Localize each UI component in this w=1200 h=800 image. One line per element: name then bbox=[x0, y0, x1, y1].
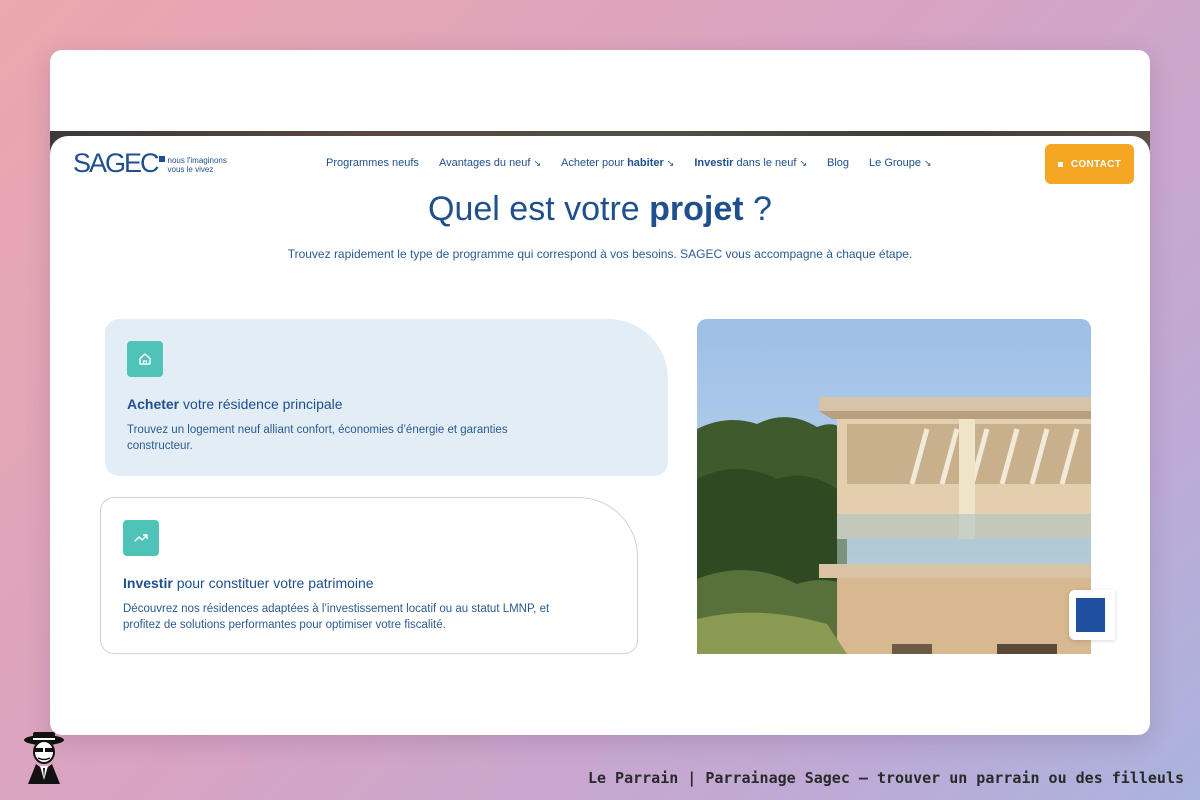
page-title: Quel est votre projet ? bbox=[50, 190, 1150, 229]
home-icon bbox=[127, 341, 163, 377]
nav-blog[interactable]: Blog bbox=[827, 157, 849, 169]
nav-programmes-neufs[interactable]: Programmes neufs bbox=[326, 157, 419, 169]
trending-up-icon bbox=[123, 520, 159, 556]
navbar: SAGEC nous l'imaginons vous le vivez Pro… bbox=[50, 136, 1150, 196]
tagline-line1: nous l'imaginons bbox=[167, 155, 227, 165]
floating-widget[interactable] bbox=[1069, 590, 1115, 640]
title-suffix: ? bbox=[743, 190, 772, 228]
chevron-down-icon: ↘ bbox=[666, 158, 675, 168]
nav-label-bold: habiter bbox=[627, 157, 664, 169]
card-description: Trouvez un logement neuf alliant confort… bbox=[127, 424, 508, 452]
nav-label: Le Groupe bbox=[869, 157, 922, 169]
mascot-logo bbox=[24, 732, 64, 784]
card-title: Acheter votre résidence principale bbox=[127, 396, 646, 412]
title-regular: Quel est votre bbox=[428, 190, 650, 228]
contact-button[interactable]: CONTACT bbox=[1045, 144, 1134, 184]
widget-square bbox=[1076, 598, 1105, 632]
card-acheter[interactable]: Acheter votre résidence principale Trouv… bbox=[105, 319, 668, 476]
chevron-down-icon: ↘ bbox=[799, 158, 807, 168]
square-bullet-icon bbox=[1057, 161, 1063, 167]
card-title-bold: Investir bbox=[123, 575, 173, 591]
nav-investir-dans-le-neuf[interactable]: Investir dans le neuf ↘ bbox=[694, 157, 807, 169]
card-title: Investir pour constituer votre patrimoin… bbox=[123, 575, 615, 591]
card-title-bold: Acheter bbox=[127, 396, 180, 412]
logo-square bbox=[158, 156, 165, 162]
title-bold: projet bbox=[649, 190, 744, 228]
sagec-logo[interactable]: SAGEC nous l'imaginons vous le vivez bbox=[73, 150, 227, 177]
card-title-rest: pour constituer votre patrimoine bbox=[172, 575, 374, 591]
nav-label-bold: Investir bbox=[694, 157, 734, 169]
chevron-down-icon: ↘ bbox=[533, 158, 542, 168]
nav-label: Programmes neufs bbox=[326, 157, 419, 169]
nav-label-post: dans le neuf bbox=[733, 157, 797, 169]
nav-avantages-du-neuf[interactable]: Avantages du neuf ↘ bbox=[439, 157, 541, 169]
nav-label: Avantages du neuf bbox=[438, 157, 531, 169]
chevron-down-icon: ↘ bbox=[924, 158, 932, 168]
logo-wordmark: SAGEC bbox=[73, 148, 160, 178]
browser-frame: SAGEC nous l'imaginons vous le vivez Pro… bbox=[50, 50, 1150, 735]
footer-caption: Le Parrain | Parrainage Sagec — trouver … bbox=[587, 769, 1184, 787]
nav-acheter-pour-habiter[interactable]: Acheter pour habiter ↘ bbox=[561, 157, 674, 169]
contact-label: CONTACT bbox=[1070, 158, 1122, 170]
logo-tagline: nous l'imaginons vous le vivez bbox=[168, 156, 227, 174]
card-description: Découvrez nos résidences adaptées à l’in… bbox=[123, 603, 550, 631]
card-investir[interactable]: Investir pour constituer votre patrimoin… bbox=[100, 497, 638, 654]
tagline-line2: vous le vivez bbox=[167, 164, 214, 174]
nav-le-groupe[interactable]: Le Groupe ↘ bbox=[869, 157, 932, 169]
card-title-rest: votre résidence principale bbox=[179, 396, 343, 412]
nav-label: Blog bbox=[827, 157, 850, 169]
page-subtitle: Trouvez rapidement le type de programme … bbox=[287, 247, 913, 261]
nav-label-pre: Acheter pour bbox=[561, 157, 628, 169]
main-nav: Programmes neufs Avantages du neuf ↘ Ache… bbox=[326, 157, 932, 169]
building-photo bbox=[697, 319, 1091, 654]
